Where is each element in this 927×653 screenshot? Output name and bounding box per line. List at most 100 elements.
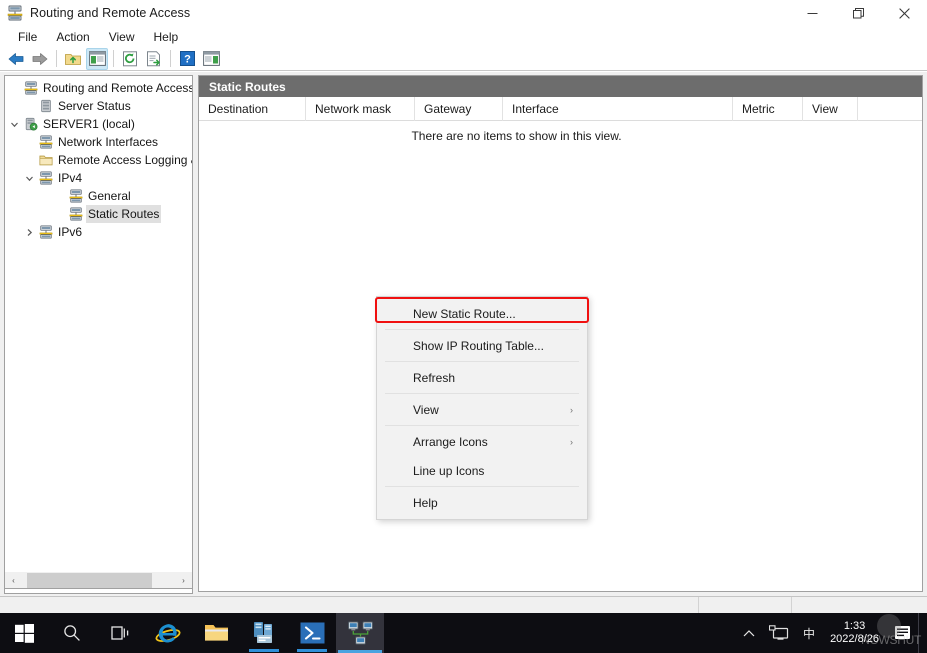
server-manager-icon bbox=[253, 622, 272, 643]
show-desktop-button[interactable] bbox=[918, 613, 927, 653]
chevron-right-icon: › bbox=[570, 404, 573, 415]
minimize-button[interactable] bbox=[789, 0, 835, 26]
tree-item-label: IPv4 bbox=[58, 171, 83, 185]
task-view-button[interactable] bbox=[96, 613, 144, 653]
tree-expander-expanded[interactable] bbox=[22, 169, 37, 187]
context-menu-item-show-ip-routing-table[interactable]: Show IP Routing Table... bbox=[377, 331, 587, 360]
tree-expander[interactable] bbox=[22, 133, 37, 151]
folder-icon bbox=[204, 625, 228, 641]
ime-indicator[interactable]: 中 bbox=[796, 613, 822, 653]
help-icon[interactable]: ? bbox=[176, 48, 198, 70]
context-menu-item-view[interactable]: View › bbox=[377, 395, 587, 424]
tree-item-general[interactable]: General bbox=[5, 187, 192, 205]
rras-icon bbox=[7, 5, 23, 21]
network-interfaces-icon bbox=[37, 134, 54, 150]
powershell-button[interactable] bbox=[288, 613, 336, 653]
notification-icon bbox=[895, 626, 910, 639]
server-manager-button[interactable] bbox=[240, 613, 288, 653]
general-icon bbox=[67, 188, 84, 204]
context-menu-separator bbox=[385, 393, 579, 394]
tree-item-ipv4[interactable]: IPv4 bbox=[5, 169, 192, 187]
tree-expander[interactable] bbox=[22, 97, 37, 115]
menu-view[interactable]: View bbox=[100, 28, 144, 46]
close-button[interactable] bbox=[881, 0, 927, 26]
context-menu-separator bbox=[385, 425, 579, 426]
scroll-right-icon[interactable]: › bbox=[175, 573, 192, 588]
folder-icon bbox=[37, 152, 54, 168]
ipv6-icon bbox=[37, 224, 54, 240]
tree-item-static-routes[interactable]: Static Routes bbox=[5, 205, 192, 223]
column-header-metric[interactable]: Metric bbox=[733, 97, 803, 121]
tree-expander[interactable] bbox=[52, 187, 67, 205]
menu-action[interactable]: Action bbox=[47, 28, 98, 46]
toolbar-separator bbox=[113, 50, 114, 67]
context-menu-separator bbox=[385, 361, 579, 362]
internet-explorer-button[interactable] bbox=[144, 613, 192, 653]
system-tray: 中 1:33 2022/8/26 bbox=[736, 613, 927, 653]
tree-expander[interactable] bbox=[7, 79, 22, 97]
context-menu-item-label: View bbox=[413, 402, 439, 417]
context-menu: New Static Route... Show IP Routing Tabl… bbox=[376, 296, 588, 520]
tree-item-remote-access-logging[interactable]: Remote Access Logging & bbox=[5, 151, 192, 169]
scroll-left-icon[interactable]: ‹ bbox=[5, 573, 22, 588]
status-bar bbox=[0, 596, 927, 613]
tree-item-routing-and-remote-access[interactable]: Routing and Remote Access bbox=[5, 79, 192, 97]
rras-icon bbox=[347, 621, 373, 644]
refresh-icon[interactable] bbox=[119, 48, 141, 70]
status-bar-cell bbox=[792, 597, 927, 613]
chevron-right-icon: › bbox=[570, 436, 573, 447]
tree-item-server-status[interactable]: Server Status bbox=[5, 97, 192, 115]
powershell-icon bbox=[300, 622, 324, 644]
console-tree-items: Routing and Remote Access Server Status bbox=[5, 76, 192, 241]
tree-item-label: General bbox=[88, 189, 131, 203]
console-tree-hscrollbar[interactable]: ‹ › bbox=[4, 572, 193, 589]
status-bar-cell bbox=[699, 597, 793, 613]
menu-file[interactable]: File bbox=[9, 28, 46, 46]
export-list-icon[interactable] bbox=[143, 48, 165, 70]
tree-expander-expanded[interactable] bbox=[7, 115, 22, 133]
list-column-headers: Destination Network mask Gateway Interfa… bbox=[199, 97, 922, 121]
tree-item-ipv6[interactable]: IPv6 bbox=[5, 223, 192, 241]
context-menu-item-arrange-icons[interactable]: Arrange Icons › bbox=[377, 427, 587, 456]
scrollbar-thumb[interactable] bbox=[27, 572, 152, 588]
clock-time: 1:33 bbox=[843, 620, 866, 632]
show-hidden-icons-button[interactable] bbox=[736, 613, 762, 653]
column-header-blank[interactable] bbox=[858, 97, 922, 121]
context-menu-item-refresh[interactable]: Refresh bbox=[377, 363, 587, 392]
search-button[interactable] bbox=[48, 613, 96, 653]
column-header-view[interactable]: View bbox=[803, 97, 858, 121]
context-menu-separator bbox=[385, 329, 579, 330]
server-icon bbox=[22, 116, 39, 132]
maximize-button[interactable] bbox=[835, 0, 881, 26]
clock[interactable]: 1:33 2022/8/26 bbox=[822, 613, 887, 653]
up-one-level-icon[interactable] bbox=[62, 48, 84, 70]
tree-item-network-interfaces[interactable]: Network Interfaces bbox=[5, 133, 192, 151]
forward-icon[interactable] bbox=[29, 48, 51, 70]
column-header-interface[interactable]: Interface bbox=[503, 97, 733, 121]
column-header-network-mask[interactable]: Network mask bbox=[306, 97, 415, 121]
show-hide-console-tree-icon[interactable] bbox=[86, 47, 108, 70]
network-status-button[interactable] bbox=[762, 613, 796, 653]
tree-item-server1-local[interactable]: SERVER1 (local) bbox=[5, 115, 192, 133]
tree-expander[interactable] bbox=[52, 205, 67, 223]
action-center-button[interactable] bbox=[887, 613, 918, 653]
column-header-gateway[interactable]: Gateway bbox=[415, 97, 503, 121]
context-menu-item-line-up-icons[interactable]: Line up Icons bbox=[377, 456, 587, 485]
tree-expander-collapsed[interactable] bbox=[22, 223, 37, 241]
tree-expander[interactable] bbox=[22, 151, 37, 169]
context-menu-item-label: Arrange Icons bbox=[413, 434, 488, 449]
back-icon[interactable] bbox=[5, 48, 27, 70]
rras-button[interactable] bbox=[336, 613, 384, 653]
file-explorer-button[interactable] bbox=[192, 613, 240, 653]
context-menu-item-new-static-route[interactable]: New Static Route... bbox=[377, 299, 587, 328]
tree-item-label: SERVER1 (local) bbox=[43, 117, 135, 131]
search-icon bbox=[64, 625, 80, 641]
scrollbar-track[interactable] bbox=[22, 572, 175, 588]
context-menu-item-help[interactable]: Help bbox=[377, 488, 587, 517]
tree-item-label: IPv6 bbox=[58, 225, 83, 239]
windows-logo-icon bbox=[14, 623, 34, 643]
show-hide-action-pane-icon[interactable] bbox=[200, 48, 222, 70]
column-header-destination[interactable]: Destination bbox=[199, 97, 306, 121]
menu-help[interactable]: Help bbox=[145, 28, 188, 46]
start-button[interactable] bbox=[0, 613, 48, 653]
